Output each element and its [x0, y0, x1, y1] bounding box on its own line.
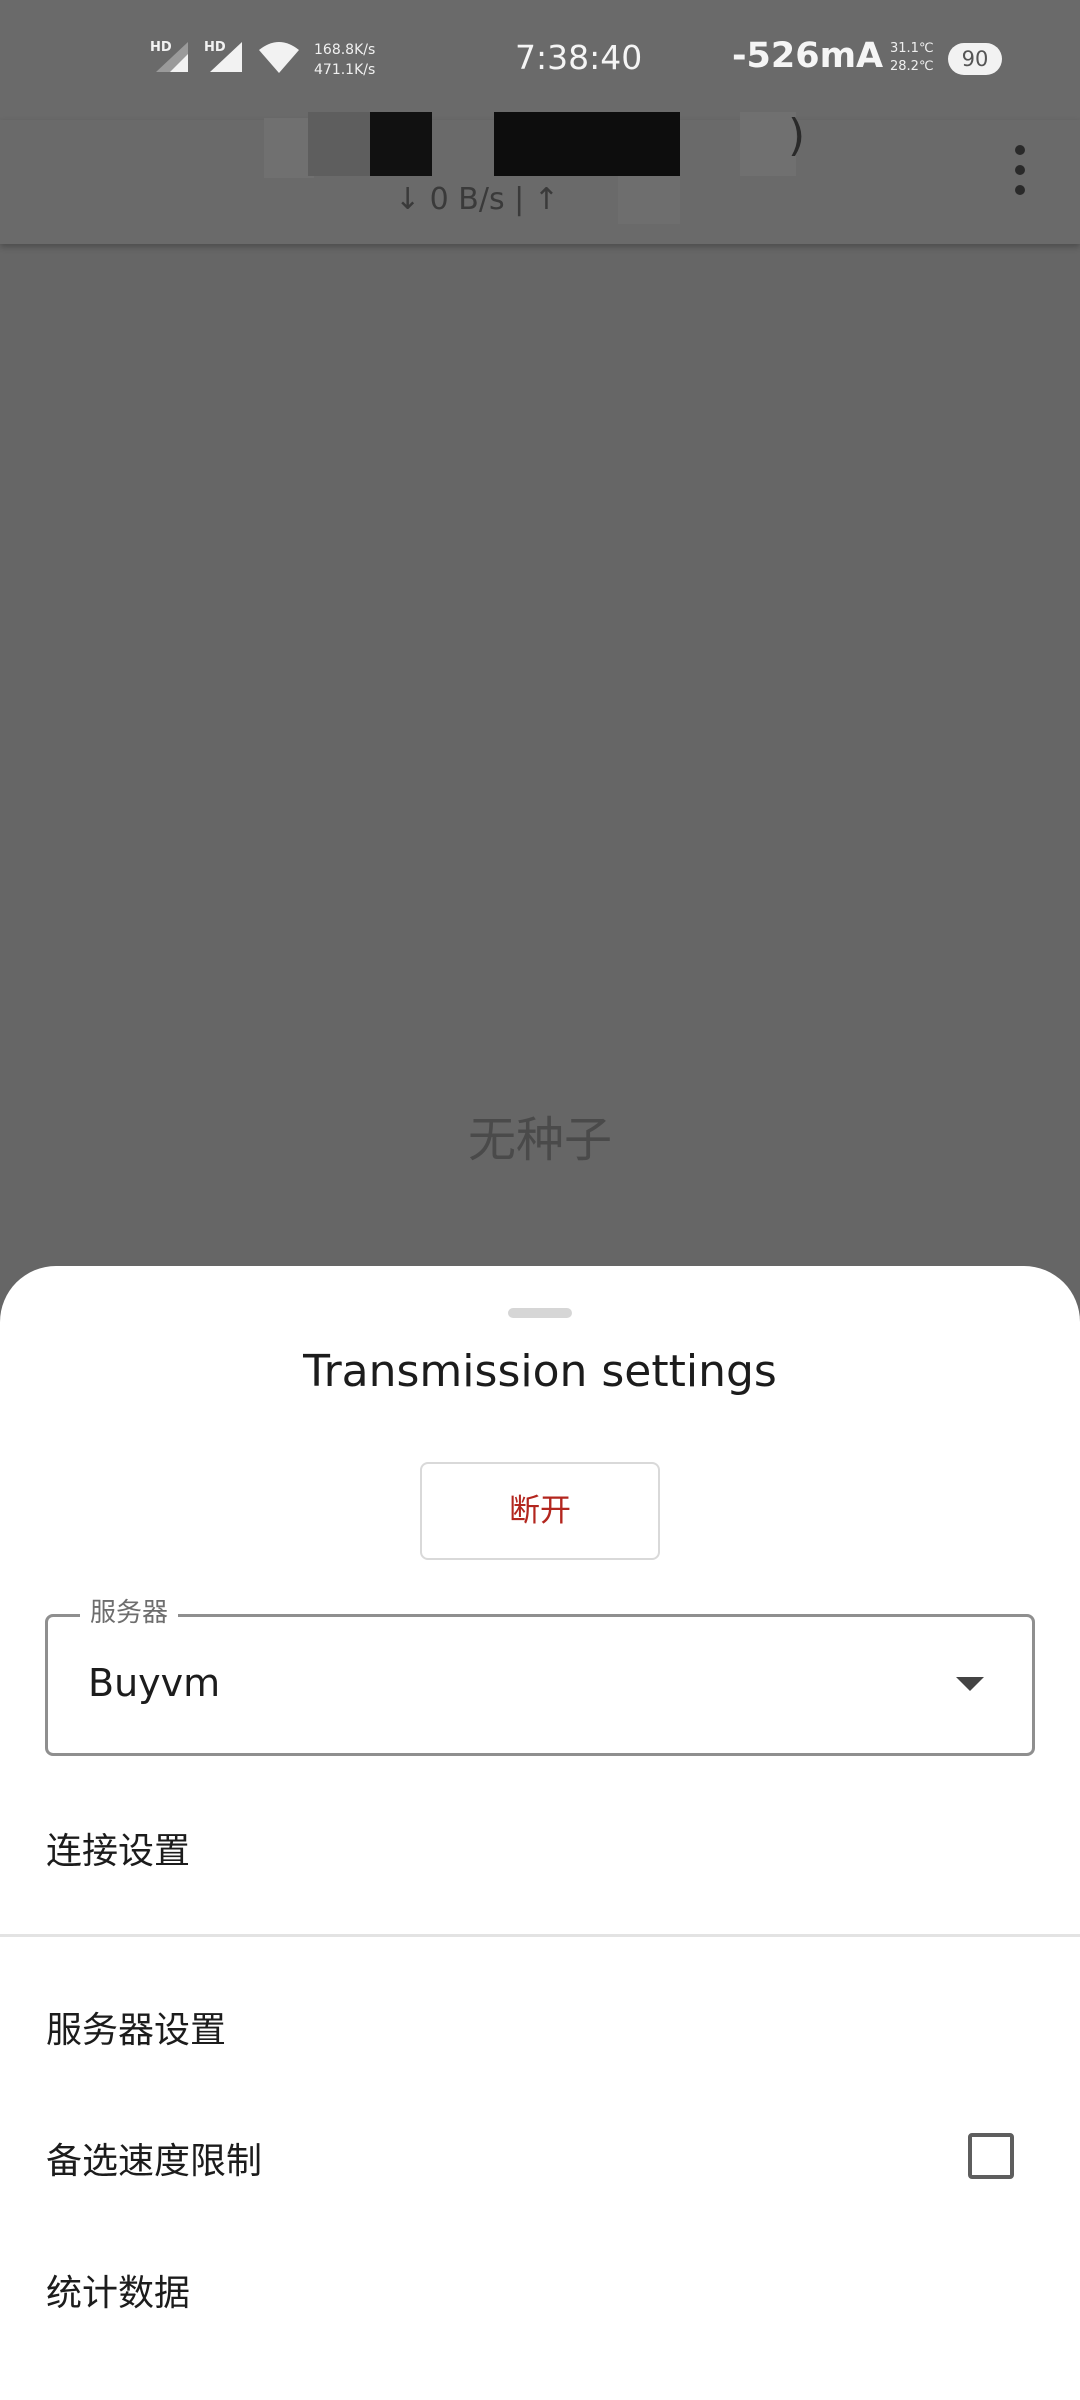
- redaction-block: [618, 176, 680, 224]
- battery-current: -526mA: [732, 36, 884, 76]
- connection-settings-item[interactable]: 连接设置: [46, 1822, 190, 1874]
- transfer-speed-subtitle: ↓ 0 B/s | ↑: [395, 182, 559, 217]
- clock: 7:38:40: [515, 38, 643, 77]
- redaction-block: [494, 112, 680, 176]
- divider: [0, 1934, 1080, 1937]
- alt-speed-limit-item[interactable]: 备选速度限制: [46, 2132, 262, 2184]
- statistics-item[interactable]: 统计数据: [46, 2264, 190, 2316]
- server-select-value: Buyvm: [88, 1661, 221, 1705]
- more-options-icon[interactable]: [1000, 140, 1040, 200]
- empty-torrents-text: 无种子: [467, 1112, 612, 1168]
- app-title: ): [788, 110, 806, 161]
- temperature-readout: 31.1℃ 28.2℃: [890, 41, 934, 74]
- redaction-block: [370, 112, 432, 176]
- dropdown-arrow-icon[interactable]: [956, 1677, 984, 1691]
- battery-level: 90: [948, 43, 1002, 75]
- sheet-title: Transmission settings: [303, 1346, 777, 1397]
- network-speed: 168.8K/s 471.1K/s: [314, 42, 376, 78]
- redaction-block: [264, 118, 314, 178]
- cellular-signal-1-icon: HD: [150, 40, 190, 74]
- alt-speed-limit-checkbox[interactable]: [968, 2133, 1014, 2179]
- cellular-signal-2-icon: HD: [204, 40, 244, 74]
- transmission-settings-sheet: Transmission settings 断开 服务器 Buyvm 连接设置 …: [0, 1266, 1080, 2400]
- redaction-block: [308, 112, 372, 176]
- server-settings-item[interactable]: 服务器设置: [46, 2001, 226, 2053]
- disconnect-button[interactable]: 断开: [420, 1462, 660, 1560]
- status-bar: HD HD 168.8K/s 471.1K/s 7:38:40 -526mA 3…: [0, 0, 1080, 120]
- drag-handle[interactable]: [508, 1308, 572, 1318]
- wifi-icon: [258, 40, 300, 74]
- server-select-label: 服务器: [80, 1595, 179, 1631]
- server-select[interactable]: 服务器 Buyvm: [45, 1595, 1035, 1756]
